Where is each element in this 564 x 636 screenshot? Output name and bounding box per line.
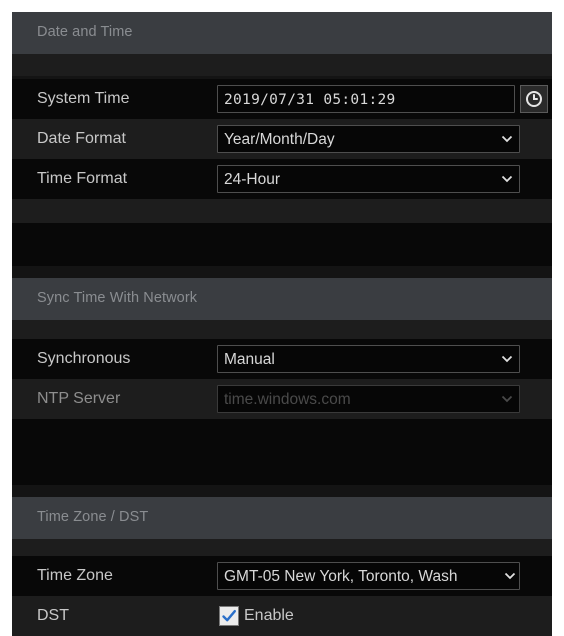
- chevron-down-icon: [501, 135, 513, 143]
- synchronous-value: Manual: [224, 351, 275, 368]
- ntp-server-select[interactable]: time.windows.com: [217, 385, 520, 413]
- spacer: [12, 419, 552, 485]
- row-time-format: Time Format 24-Hour: [12, 159, 552, 199]
- date-format-label: Date Format: [37, 130, 126, 147]
- time-format-value: 24-Hour: [224, 171, 280, 188]
- system-time-input[interactable]: 2019/07/31 05:01:29: [217, 85, 515, 113]
- spacer: [12, 223, 552, 266]
- time-zone-label: Time Zone: [37, 567, 113, 584]
- section-header-timezone: Time Zone / DST: [12, 497, 552, 539]
- spacer: [12, 54, 552, 76]
- section-header-sync: Sync Time With Network: [12, 278, 552, 320]
- date-time-settings-panel: Date and Time System Time 2019/07/31 05:…: [12, 12, 552, 636]
- system-time-label: System Time: [37, 90, 130, 107]
- clock-icon: [526, 91, 542, 107]
- row-synchronous: Synchronous Manual: [12, 339, 552, 379]
- system-time-value: 2019/07/31 05:01:29: [224, 92, 396, 108]
- clock-button[interactable]: [520, 85, 548, 113]
- row-time-zone: Time Zone GMT-05 New York, Toronto, Wash: [12, 556, 552, 596]
- section-title: Sync Time With Network: [37, 290, 198, 306]
- time-zone-value: GMT-05 New York, Toronto, Wash: [224, 568, 458, 585]
- dst-enable-label[interactable]: Enable: [244, 607, 294, 625]
- ntp-server-label: NTP Server: [37, 390, 121, 407]
- section-title: Time Zone / DST: [37, 509, 149, 525]
- date-format-select[interactable]: Year/Month/Day: [217, 125, 520, 153]
- ntp-server-value: time.windows.com: [224, 391, 351, 408]
- section-header-date-time: Date and Time: [12, 12, 552, 54]
- synchronous-label: Synchronous: [37, 350, 131, 367]
- checkmark-icon: [222, 610, 236, 622]
- row-date-format: Date Format Year/Month/Day: [12, 119, 552, 159]
- row-dst: DST Enable: [12, 596, 552, 636]
- time-format-label: Time Format: [37, 170, 128, 187]
- row-system-time: System Time 2019/07/31 05:01:29: [12, 79, 552, 119]
- chevron-down-icon: [501, 355, 513, 363]
- dst-label: DST: [37, 607, 69, 624]
- chevron-down-icon: [501, 395, 513, 403]
- time-format-select[interactable]: 24-Hour: [217, 165, 520, 193]
- row-ntp-server: NTP Server time.windows.com: [12, 379, 552, 419]
- chevron-down-icon: [504, 572, 516, 580]
- dst-enable-checkbox[interactable]: [219, 606, 239, 626]
- synchronous-select[interactable]: Manual: [217, 345, 520, 373]
- time-zone-select[interactable]: GMT-05 New York, Toronto, Wash: [217, 562, 520, 590]
- section-title: Date and Time: [37, 24, 133, 40]
- date-format-value: Year/Month/Day: [224, 131, 335, 148]
- chevron-down-icon: [501, 175, 513, 183]
- spacer: [12, 199, 552, 223]
